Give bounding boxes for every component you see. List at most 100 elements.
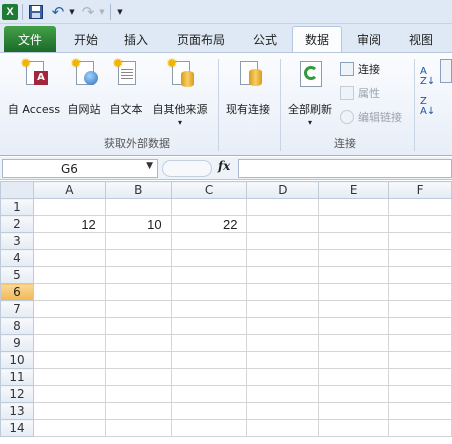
row-header[interactable]: 7 <box>0 300 34 318</box>
cell-D13[interactable] <box>246 402 320 420</box>
tab-file[interactable]: 文件 <box>4 26 56 52</box>
column-header[interactable]: A <box>32 181 106 199</box>
cell-F9[interactable] <box>388 334 452 352</box>
properties-button[interactable]: 属性 <box>340 85 380 101</box>
cell-A12[interactable] <box>32 385 106 403</box>
cell-E9[interactable] <box>318 334 390 352</box>
cell-B3[interactable] <box>104 232 172 250</box>
row-header[interactable]: 4 <box>0 249 34 267</box>
cell-D5[interactable] <box>246 266 320 284</box>
tab-data[interactable]: 数据 <box>292 26 342 52</box>
cell-B14[interactable] <box>104 419 172 437</box>
row-header[interactable]: 5 <box>0 266 34 284</box>
row-header[interactable]: 8 <box>0 317 34 335</box>
cell-A5[interactable] <box>32 266 106 284</box>
cell-A14[interactable] <box>32 419 106 437</box>
cell-F12[interactable] <box>388 385 452 403</box>
cell-A10[interactable] <box>32 351 106 369</box>
cell-D3[interactable] <box>246 232 320 250</box>
cell-E8[interactable] <box>318 317 390 335</box>
customize-qat-icon[interactable]: ▼ <box>114 3 126 21</box>
cell-A4[interactable] <box>32 249 106 267</box>
cell-E10[interactable] <box>318 351 390 369</box>
cell-B4[interactable] <box>104 249 172 267</box>
cell-F4[interactable] <box>388 249 452 267</box>
cell-A9[interactable] <box>32 334 106 352</box>
cell-B2[interactable]: 10 <box>104 215 172 233</box>
tab-page-layout[interactable]: 页面布局 <box>168 27 234 52</box>
cell-D8[interactable] <box>246 317 320 335</box>
name-box[interactable]: G6 ▼ <box>2 159 158 178</box>
cell-D11[interactable] <box>246 368 320 386</box>
row-header[interactable]: 13 <box>0 402 34 420</box>
cell-A8[interactable] <box>32 317 106 335</box>
cell-D7[interactable] <box>246 300 320 318</box>
row-header[interactable]: 14 <box>0 419 34 437</box>
connections-button[interactable]: 连接 <box>340 61 380 77</box>
cell-C5[interactable] <box>170 266 248 284</box>
insert-function-icon[interactable]: fx <box>218 159 230 173</box>
cell-C11[interactable] <box>170 368 248 386</box>
cell-B8[interactable] <box>104 317 172 335</box>
cell-E14[interactable] <box>318 419 390 437</box>
cell-F5[interactable] <box>388 266 452 284</box>
cell-C12[interactable] <box>170 385 248 403</box>
edit-links-button[interactable]: 编辑链接 <box>340 109 402 125</box>
row-header[interactable]: 11 <box>0 368 34 386</box>
cell-C8[interactable] <box>170 317 248 335</box>
redo-dropdown-icon[interactable]: ▼ <box>97 3 107 21</box>
cell-D2[interactable] <box>246 215 320 233</box>
tab-insert[interactable]: 插入 <box>114 27 158 52</box>
tab-view[interactable]: 视图 <box>400 27 442 52</box>
cell-D14[interactable] <box>246 419 320 437</box>
cell-F13[interactable] <box>388 402 452 420</box>
from-text-button[interactable]: ✹ 自文本 <box>106 57 146 117</box>
refresh-all-button[interactable]: 全部刷新 ▾ <box>284 57 336 127</box>
tab-home[interactable]: 开始 <box>64 27 108 52</box>
existing-connections-button[interactable]: 现有连接 <box>222 57 274 117</box>
cell-C14[interactable] <box>170 419 248 437</box>
cell-E7[interactable] <box>318 300 390 318</box>
name-box-dropdown-icon[interactable]: ▼ <box>146 161 153 171</box>
tab-formulas[interactable]: 公式 <box>244 27 286 52</box>
cell-D10[interactable] <box>246 351 320 369</box>
cell-E3[interactable] <box>318 232 390 250</box>
cell-B6[interactable] <box>104 283 172 301</box>
cell-D4[interactable] <box>246 249 320 267</box>
column-header[interactable]: C <box>170 181 248 199</box>
cell-E1[interactable] <box>318 198 390 216</box>
cell-E13[interactable] <box>318 402 390 420</box>
cell-F1[interactable] <box>388 198 452 216</box>
formula-input[interactable] <box>238 159 452 178</box>
row-header[interactable]: 9 <box>0 334 34 352</box>
column-header[interactable]: D <box>246 181 320 199</box>
from-web-button[interactable]: ✹ 自网站 <box>64 57 104 117</box>
cell-F8[interactable] <box>388 317 452 335</box>
cell-E12[interactable] <box>318 385 390 403</box>
sort-z-a-icon[interactable]: Z A↓ <box>420 97 435 117</box>
formula-bar-resizer[interactable] <box>162 160 212 177</box>
tab-review[interactable]: 审阅 <box>348 27 390 52</box>
cell-A1[interactable] <box>32 198 106 216</box>
cell-C10[interactable] <box>170 351 248 369</box>
cell-B5[interactable] <box>104 266 172 284</box>
cell-D9[interactable] <box>246 334 320 352</box>
row-header[interactable]: 12 <box>0 385 34 403</box>
cell-A3[interactable] <box>32 232 106 250</box>
redo-icon[interactable]: ↷ <box>80 3 96 21</box>
cell-B9[interactable] <box>104 334 172 352</box>
cell-C13[interactable] <box>170 402 248 420</box>
save-icon[interactable] <box>28 3 44 21</box>
cell-B10[interactable] <box>104 351 172 369</box>
cell-E5[interactable] <box>318 266 390 284</box>
sort-a-z-icon[interactable]: A Z↓ <box>420 67 435 87</box>
cell-B1[interactable] <box>104 198 172 216</box>
cell-B12[interactable] <box>104 385 172 403</box>
cell-A11[interactable] <box>32 368 106 386</box>
cell-C3[interactable] <box>170 232 248 250</box>
cell-F7[interactable] <box>388 300 452 318</box>
cell-C9[interactable] <box>170 334 248 352</box>
cell-E4[interactable] <box>318 249 390 267</box>
cell-B13[interactable] <box>104 402 172 420</box>
cell-C1[interactable] <box>170 198 248 216</box>
